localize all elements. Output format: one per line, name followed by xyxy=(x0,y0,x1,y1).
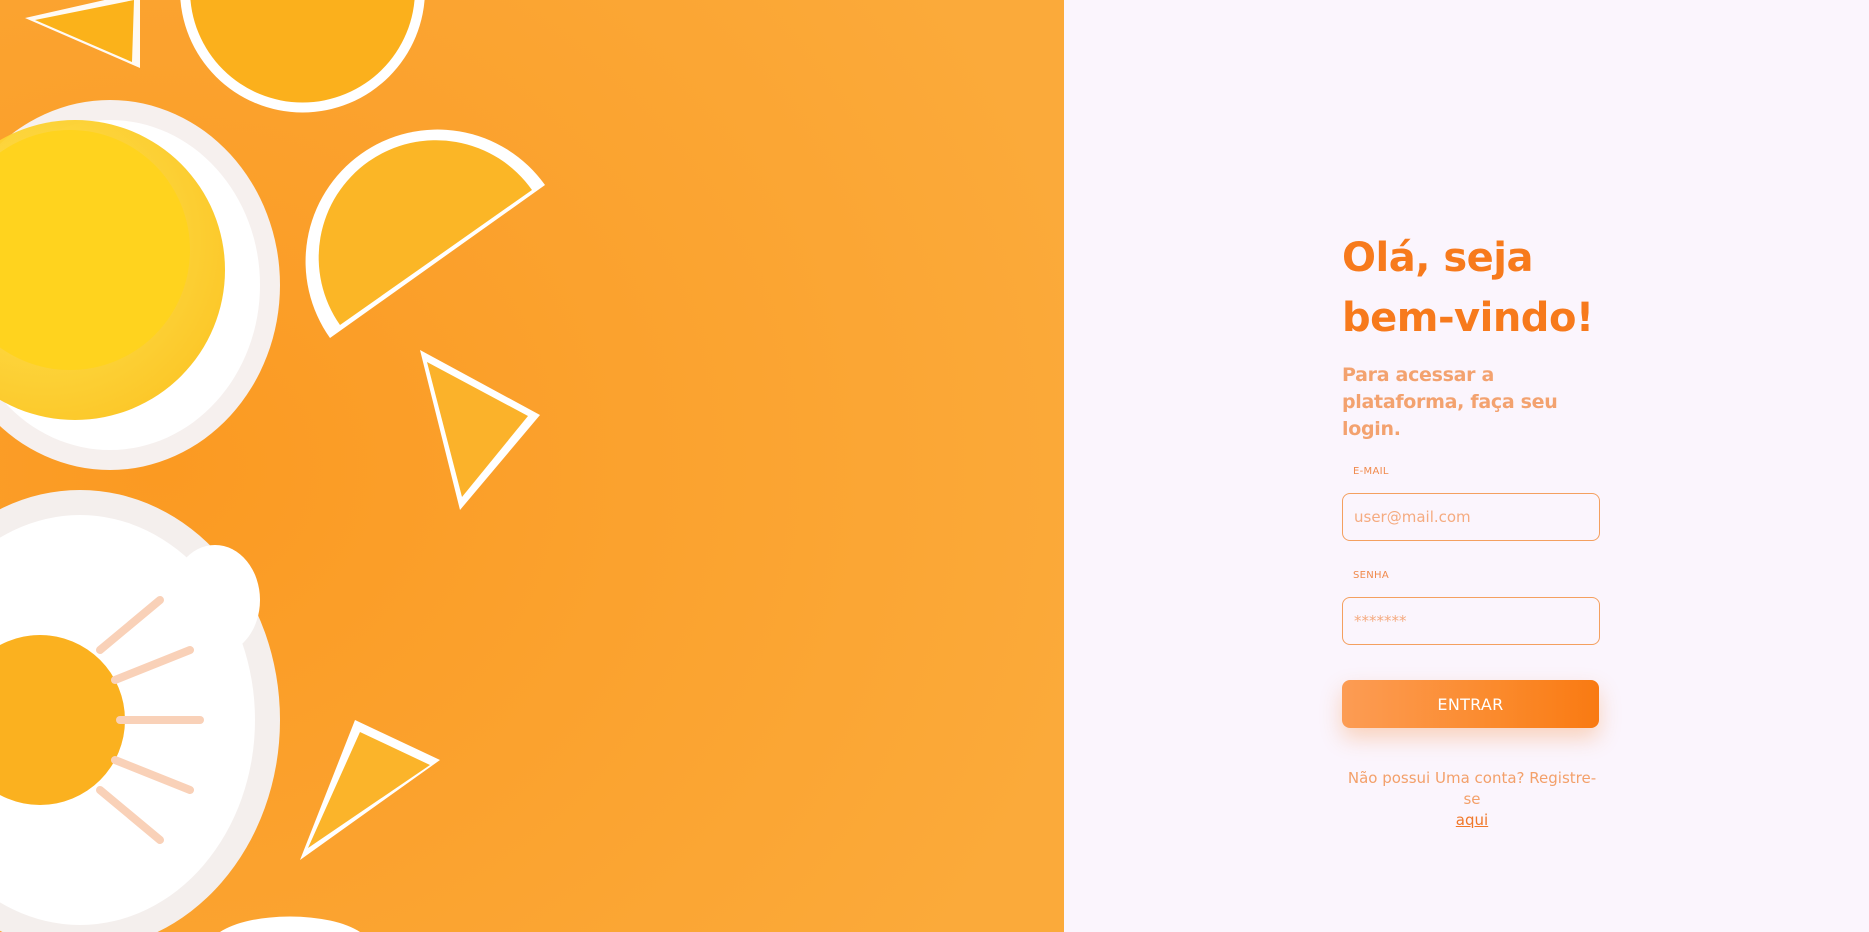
password-label: SENHA xyxy=(1353,570,1390,581)
register-prompt: Não possui Uma conta? Registre-se aqui xyxy=(1342,768,1602,831)
welcome-subtitle: Para acessar a plataforma, faça seu logi… xyxy=(1342,364,1558,440)
password-input[interactable] xyxy=(1342,597,1600,645)
hero-photo xyxy=(0,0,1064,932)
oranges-illustration xyxy=(0,0,1064,932)
welcome-title: Olá, seja bem-vindo! xyxy=(1342,235,1594,341)
email-label: E-MAIL xyxy=(1353,466,1389,477)
login-button[interactable]: ENTRAR xyxy=(1342,680,1599,728)
email-input[interactable] xyxy=(1342,493,1600,541)
register-link[interactable]: aqui xyxy=(1456,811,1488,829)
register-text: Não possui Uma conta? Registre-se xyxy=(1347,769,1597,808)
login-form: Olá, seja bem-vindo! Para acessar a plat… xyxy=(1342,228,1602,831)
